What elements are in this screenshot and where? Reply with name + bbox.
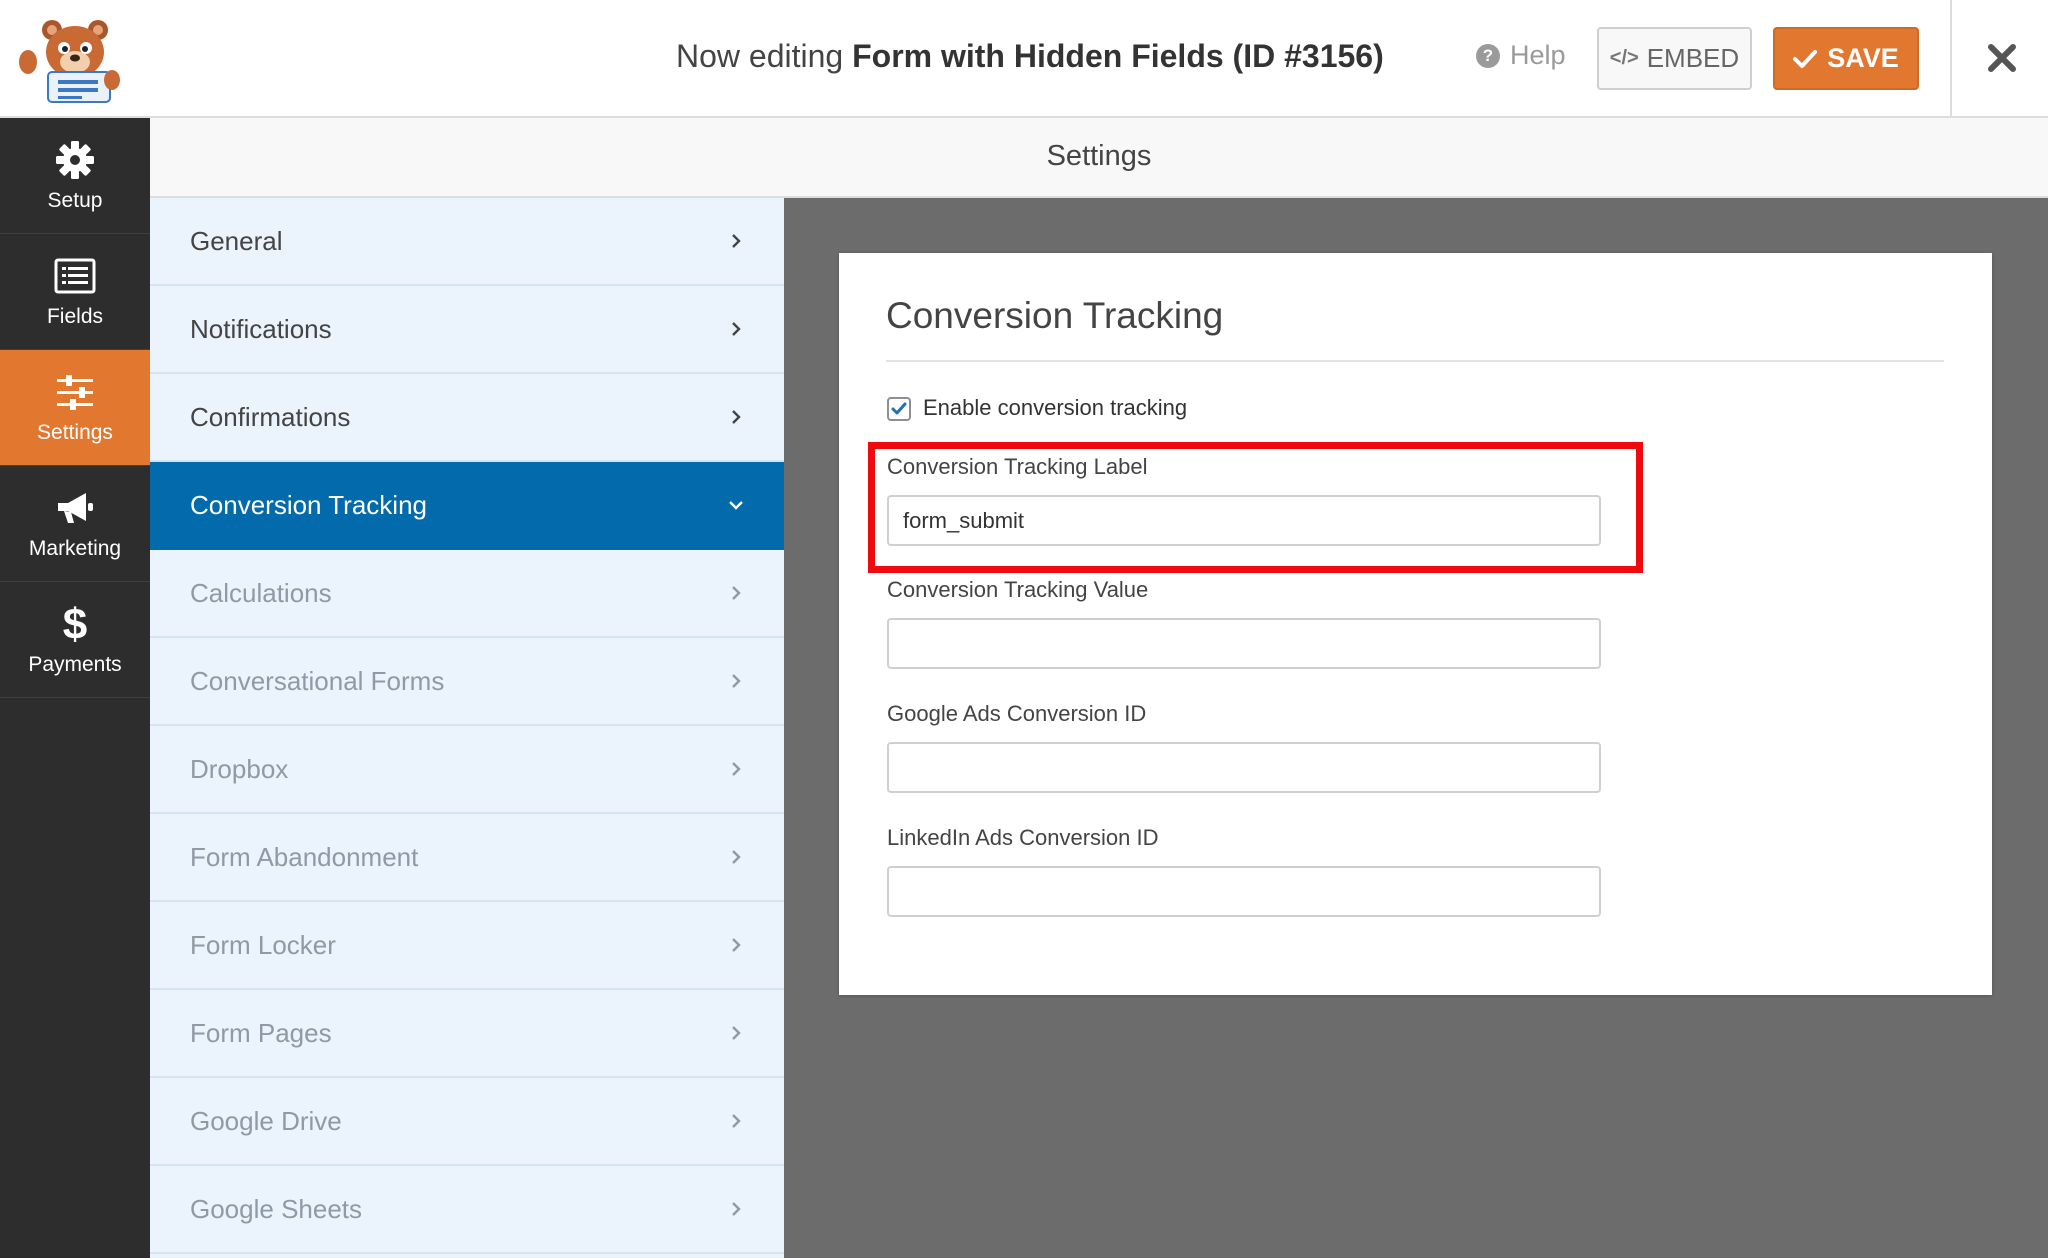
panel-label: Form Abandonment xyxy=(190,841,419,872)
embed-label: EMBED xyxy=(1646,43,1740,73)
settings-title: Settings xyxy=(1046,140,1152,172)
panel-dropbox[interactable]: Dropbox xyxy=(150,726,784,814)
chevron-right-icon xyxy=(732,850,741,864)
chevron-right-icon xyxy=(732,322,741,336)
save-label: SAVE xyxy=(1827,43,1899,73)
gear-icon xyxy=(56,140,94,179)
chevron-right-icon xyxy=(732,762,741,776)
panel-label: Conversion Tracking xyxy=(190,489,427,520)
tracking-value-label: Conversion Tracking Value xyxy=(887,577,1149,602)
enable-conversion-checkbox[interactable] xyxy=(887,397,911,421)
panel-label: Notifications xyxy=(190,313,332,344)
save-button[interactable]: SAVE xyxy=(1773,27,1919,90)
dollar-icon: $ xyxy=(63,603,87,645)
editing-prefix: Now editing xyxy=(676,38,853,74)
highlight-annotation-box xyxy=(868,442,1643,573)
sidebar-item-label: Settings xyxy=(37,420,113,444)
chevron-right-icon xyxy=(732,1202,741,1216)
chevron-down-icon xyxy=(729,501,743,510)
google-ads-id-label: Google Ads Conversion ID xyxy=(887,701,1147,726)
megaphone-icon xyxy=(58,492,93,523)
panel-conversion-tracking[interactable]: Conversion Tracking xyxy=(150,462,784,550)
sidebar-item-payments[interactable]: $ Payments xyxy=(0,582,150,698)
sidebar-item-settings[interactable]: Settings xyxy=(0,350,150,466)
chevron-right-icon xyxy=(732,234,741,248)
chevron-right-icon xyxy=(732,938,741,952)
conversion-tracking-card: Conversion Tracking Enable conversion tr… xyxy=(839,253,1992,995)
panel-label: Calculations xyxy=(190,577,332,608)
panel-google-sheets[interactable]: Google Sheets xyxy=(150,1166,784,1254)
chevron-right-icon xyxy=(732,1114,741,1128)
settings-panel-list: General Notifications Confirmations Conv… xyxy=(150,198,784,1258)
chevron-right-icon xyxy=(732,1026,741,1040)
linkedin-ads-id-input[interactable] xyxy=(887,866,1601,917)
checkmark-icon xyxy=(891,402,907,415)
chevron-right-icon xyxy=(732,410,741,424)
panel-label: Form Pages xyxy=(190,1017,332,1048)
tracking-value-input[interactable] xyxy=(887,618,1601,669)
builder-sidebar: Setup Fields Settings Marketing $ Paymen xyxy=(0,118,150,1258)
chevron-right-icon xyxy=(732,674,741,688)
settings-header: Settings xyxy=(150,118,2048,198)
panel-confirmations[interactable]: Confirmations xyxy=(150,374,784,462)
question-circle-icon: ? xyxy=(1476,43,1500,68)
section-divider xyxy=(886,360,1944,362)
panel-label: Dropbox xyxy=(190,753,289,784)
panel-form-locker[interactable]: Form Locker xyxy=(150,902,784,990)
wpforms-bear-logo xyxy=(14,14,124,104)
sidebar-item-label: Payments xyxy=(28,652,122,676)
fields-list-icon xyxy=(54,258,96,293)
panel-conversational-forms[interactable]: Conversational Forms xyxy=(150,638,784,726)
panel-calculations[interactable]: Calculations xyxy=(150,550,784,638)
sidebar-item-label: Setup xyxy=(47,188,103,212)
sidebar-item-setup[interactable]: Setup xyxy=(0,118,150,234)
form-name: Form with Hidden Fields (ID #3156) xyxy=(852,38,1384,74)
panel-label: Conversational Forms xyxy=(190,665,445,696)
panel-label: Form Locker xyxy=(190,929,336,960)
section-title: Conversion Tracking xyxy=(886,295,1224,336)
panel-google-drive[interactable]: Google Drive xyxy=(150,1078,784,1166)
help-label: Help xyxy=(1510,40,1566,70)
panel-label: Google Drive xyxy=(190,1105,342,1136)
panel-label: General xyxy=(190,225,283,256)
embed-button[interactable]: </> EMBED xyxy=(1597,27,1752,90)
sidebar-item-label: Marketing xyxy=(28,536,122,560)
editing-title: Now editing Form with Hidden Fields (ID … xyxy=(676,38,1384,75)
panel-label: Confirmations xyxy=(190,401,351,432)
sidebar-item-marketing[interactable]: Marketing xyxy=(0,466,150,582)
top-bar: Now editing Form with Hidden Fields (ID … xyxy=(0,0,2048,118)
sidebar-item-label: Fields xyxy=(46,304,104,328)
checkmark-icon xyxy=(1793,49,1818,68)
chevron-right-icon xyxy=(732,586,741,600)
panel-general[interactable]: General xyxy=(150,198,784,286)
help-link[interactable]: ? Help xyxy=(1476,40,1566,71)
code-icon: </> xyxy=(1609,47,1639,69)
enable-conversion-label[interactable]: Enable conversion tracking xyxy=(923,395,1187,421)
sidebar-item-fields[interactable]: Fields xyxy=(0,234,150,350)
panel-label: Google Sheets xyxy=(190,1193,363,1224)
panel-notifications[interactable]: Notifications xyxy=(150,286,784,374)
panel-form-pages[interactable]: Form Pages xyxy=(150,990,784,1078)
google-ads-id-input[interactable] xyxy=(887,742,1601,793)
panel-form-abandonment[interactable]: Form Abandonment xyxy=(150,814,784,902)
top-bar-divider xyxy=(1950,0,1952,118)
linkedin-ads-id-label: LinkedIn Ads Conversion ID xyxy=(887,825,1159,850)
svg-text:$: $ xyxy=(63,603,87,645)
sliders-icon xyxy=(57,374,93,410)
close-icon[interactable] xyxy=(1980,36,2024,80)
